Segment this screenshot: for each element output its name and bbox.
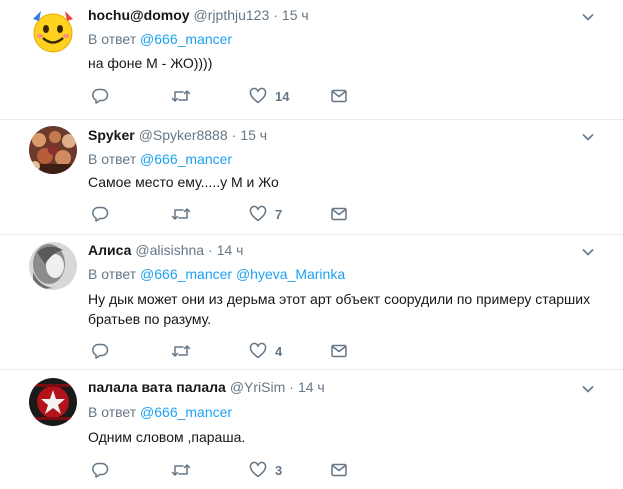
display-name[interactable]: hochu@domoy xyxy=(88,7,190,23)
tweet-header: hochu@domoy @rjpthju123 · 15 ч xyxy=(88,7,309,23)
separator-dot: · xyxy=(273,7,278,23)
heart-icon xyxy=(249,87,267,104)
like-count: 3 xyxy=(275,462,283,478)
timestamp[interactable]: 15 ч xyxy=(240,127,267,143)
like-button[interactable]: 7 xyxy=(249,204,282,224)
reply-feed: hochu@domoy @rjpthju123 · 15 ч В ответ @666… xyxy=(0,0,623,489)
user-handle[interactable]: @rjpthju123 xyxy=(194,7,270,23)
reply-button[interactable] xyxy=(91,204,109,224)
user-handle[interactable]: @YriSim xyxy=(230,379,285,395)
chevron-down-icon[interactable] xyxy=(581,382,595,396)
separator-dot: · xyxy=(231,127,237,143)
direct-message-button[interactable] xyxy=(330,204,348,224)
retweet-button[interactable] xyxy=(171,341,191,361)
direct-message-button[interactable] xyxy=(330,86,348,106)
retweet-icon xyxy=(171,90,191,102)
user-handle[interactable]: @alisishna xyxy=(135,242,204,258)
reply-context: В ответ @666_mancer xyxy=(88,404,232,420)
like-button[interactable]: 4 xyxy=(249,341,282,361)
heart-icon xyxy=(249,461,267,478)
like-count: 7 xyxy=(275,206,283,222)
reply-button[interactable] xyxy=(91,341,109,361)
bw-portrait-icon xyxy=(29,242,77,290)
heart-icon xyxy=(249,205,267,222)
retweet-button[interactable] xyxy=(171,86,191,106)
reply-icon xyxy=(92,88,109,104)
tweet-text: Ну дык может они из дерьма этот арт объе… xyxy=(88,291,591,327)
reply-mention-link[interactable]: @666_mancer xyxy=(140,31,232,47)
like-button[interactable]: 14 xyxy=(249,86,289,106)
heart-icon xyxy=(249,342,267,359)
emoji-face-icon xyxy=(29,7,77,55)
retweet-button[interactable] xyxy=(171,460,191,480)
reply-context: В ответ @666_mancer xyxy=(88,151,232,167)
tweet[interactable]: Алиса @alisishna · 14 ч В ответ @666_mancer… xyxy=(0,235,623,370)
envelope-icon xyxy=(331,463,347,477)
avatar[interactable] xyxy=(29,378,77,426)
avatar[interactable] xyxy=(29,242,77,290)
retweet-icon xyxy=(171,345,191,357)
reply-prefix: В ответ xyxy=(88,404,137,420)
reply-icon xyxy=(92,206,109,222)
reply-prefix: В ответ xyxy=(88,151,137,167)
reply-mention-link[interactable]: @666_mancer xyxy=(140,151,232,167)
reply-context: В ответ @666_mancer xyxy=(88,31,232,47)
direct-message-button[interactable] xyxy=(330,341,348,361)
tweet-header: палала вата палала @YriSim · 14 ч xyxy=(88,379,325,395)
chevron-down-icon[interactable] xyxy=(581,10,595,24)
like-count: 14 xyxy=(275,88,290,104)
reply-button[interactable] xyxy=(91,460,109,480)
tweet-actions: 3 xyxy=(88,460,358,480)
reply-prefix: В ответ xyxy=(88,266,137,282)
reply-prefix: В ответ xyxy=(88,31,137,47)
tweet[interactable]: палала вата палала @YriSim · 14 ч В ответ @… xyxy=(0,370,623,489)
reply-mention-link[interactable]: @666_mancer @hyeva_Marinka xyxy=(140,266,345,282)
tweet-text: Самое место ему.....у М и Жо xyxy=(88,174,279,190)
envelope-icon xyxy=(331,207,347,221)
timestamp[interactable]: 14 ч xyxy=(217,242,244,258)
envelope-icon xyxy=(331,89,347,103)
separator-dot: · xyxy=(289,379,294,395)
timestamp[interactable]: 15 ч xyxy=(282,7,309,23)
tweet-text: на фоне М - ЖО)))) xyxy=(88,55,213,71)
reply-context: В ответ @666_mancer @hyeva_Marinka xyxy=(88,266,345,282)
red-emblem-icon xyxy=(29,378,77,426)
avatar[interactable] xyxy=(29,126,77,174)
direct-message-button[interactable] xyxy=(330,460,348,480)
reply-mention-link[interactable]: @666_mancer xyxy=(140,404,232,420)
display-name[interactable]: Spyker xyxy=(88,127,135,143)
timestamp[interactable]: 14 ч xyxy=(298,379,325,395)
display-name[interactable]: Алиса xyxy=(88,242,131,258)
tweet-actions: 4 xyxy=(88,341,358,361)
reply-button[interactable] xyxy=(91,86,109,106)
retweet-icon xyxy=(171,208,191,220)
separator-dot: · xyxy=(208,242,213,258)
like-button[interactable]: 3 xyxy=(249,460,282,480)
crowd-photo-icon xyxy=(29,126,77,174)
tweet[interactable]: Spyker @Spyker8888 · 15 ч В ответ @666_manc… xyxy=(0,120,623,235)
tweet[interactable]: hochu@domoy @rjpthju123 · 15 ч В ответ @666… xyxy=(0,0,623,120)
avatar[interactable] xyxy=(29,7,77,55)
display-name[interactable]: палала вата палала xyxy=(88,379,226,395)
like-count: 4 xyxy=(275,343,283,359)
chevron-down-icon[interactable] xyxy=(581,130,595,144)
tweet-header: Алиса @alisishna · 14 ч xyxy=(88,242,243,258)
chevron-down-icon[interactable] xyxy=(581,245,595,259)
tweet-header: Spyker @Spyker8888 · 15 ч xyxy=(88,127,267,143)
envelope-icon xyxy=(331,344,347,358)
tweet-actions: 7 xyxy=(88,204,358,224)
retweet-button[interactable] xyxy=(171,204,191,224)
reply-icon xyxy=(92,343,109,359)
tweet-actions: 14 xyxy=(88,86,358,106)
user-handle[interactable]: @Spyker8888 xyxy=(139,127,228,143)
tweet-text: Одним словом ,параша. xyxy=(88,429,246,445)
retweet-icon xyxy=(171,464,191,476)
reply-icon xyxy=(92,462,109,478)
